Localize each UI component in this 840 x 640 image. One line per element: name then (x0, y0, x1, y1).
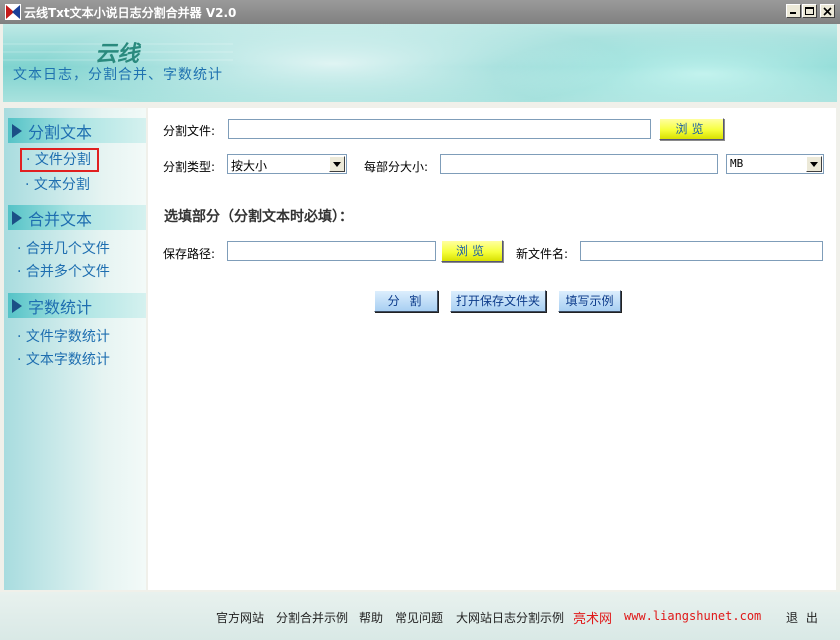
minimize-icon (790, 12, 796, 14)
footer-link-official-site[interactable]: 官方网站 (216, 609, 264, 626)
footer-link-split-merge-example[interactable]: 分割合并示例 (276, 609, 348, 626)
footer-link-help[interactable]: 帮助 (359, 609, 383, 626)
part-size-input[interactable] (440, 154, 718, 174)
split-file-label: 分割文件: (163, 124, 216, 138)
brand-name[interactable]: 亮术网 (573, 608, 612, 627)
sidebar-section-label: 合并文本 (28, 210, 93, 229)
arrow-right-icon (12, 211, 22, 225)
part-size-label: 每部分大小: (364, 160, 429, 174)
split-type-select[interactable]: 按大小 (227, 154, 347, 174)
arrow-right-icon (12, 124, 22, 138)
open-folder-button[interactable]: 打开保存文件夹 (450, 290, 546, 312)
sidebar-item-merge-many[interactable]: · 合并多个文件 (17, 261, 110, 281)
split-type-value: 按大小 (231, 159, 268, 173)
sidebar-item-merge-several[interactable]: · 合并几个文件 (17, 238, 110, 258)
title-bar: 云线Txt文本小说日志分割合并器 V2.0 (0, 0, 840, 24)
sidebar-item-text-split[interactable]: · 文本分割 (25, 174, 90, 194)
exit-button[interactable]: 退 出 (786, 609, 820, 626)
sidebar-section-split[interactable]: 分割文本 (8, 118, 146, 143)
save-path-input[interactable] (227, 241, 436, 261)
minimize-button[interactable] (786, 4, 801, 18)
sidebar-section-label: 字数统计 (28, 298, 93, 317)
browse-path-button[interactable]: 浏览 (441, 240, 503, 262)
browse-file-button[interactable]: 浏览 (659, 118, 724, 140)
app-icon (5, 4, 21, 20)
new-name-input[interactable] (580, 241, 823, 261)
sidebar-item-file-wordcount[interactable]: · 文件字数统计 (17, 326, 110, 346)
sidebar-item-file-split[interactable]: · 文件分割 (20, 148, 99, 172)
sidebar-section-label: 分割文本 (28, 123, 93, 142)
chevron-down-icon[interactable] (329, 156, 345, 172)
arrow-right-icon (12, 299, 22, 313)
maximize-icon (805, 7, 814, 15)
sidebar-section-wordcount[interactable]: 字数统计 (8, 293, 146, 318)
split-type-label: 分割类型: (163, 160, 216, 174)
size-unit-value: MB (730, 157, 744, 170)
header-banner: 云线 文本日志，分割合并、字数统计 (3, 24, 837, 102)
chevron-down-icon[interactable] (806, 156, 822, 172)
save-path-label: 保存路径: (163, 247, 216, 261)
header-slogan: 文本日志，分割合并、字数统计 (13, 67, 223, 83)
footer-link-faq[interactable]: 常见问题 (395, 609, 443, 626)
split-file-input[interactable] (228, 119, 651, 139)
brand-url[interactable]: www.liangshunet.com (624, 609, 761, 623)
sidebar-item-text-wordcount[interactable]: · 文本字数统计 (17, 349, 110, 369)
footer: 官方网站 分割合并示例 帮助 常见问题 大网站日志分割示例 亮术网 www.li… (0, 592, 840, 640)
close-button[interactable] (820, 4, 835, 18)
sidebar-section-merge[interactable]: 合并文本 (8, 205, 146, 230)
fill-example-button[interactable]: 填写示例 (558, 290, 621, 312)
sidebar: 分割文本 · 文件分割 · 文本分割 合并文本 · 合并几个文件 · 合并多个文… (4, 108, 146, 590)
window-title: 云线Txt文本小说日志分割合并器 V2.0 (24, 6, 237, 20)
close-icon (823, 7, 832, 16)
main-panel: 分割文件: 浏览 分割类型: 按大小 每部分大小: MB 选填部分（分割文本时必… (148, 108, 836, 590)
optional-section-title: 选填部分（分割文本时必填）： (164, 209, 353, 225)
size-unit-select[interactable]: MB (726, 154, 824, 174)
split-button[interactable]: 分 割 (374, 290, 438, 312)
new-name-label: 新文件名: (516, 247, 569, 261)
maximize-button[interactable] (802, 4, 817, 18)
footer-link-log-split-example[interactable]: 大网站日志分割示例 (456, 609, 564, 626)
